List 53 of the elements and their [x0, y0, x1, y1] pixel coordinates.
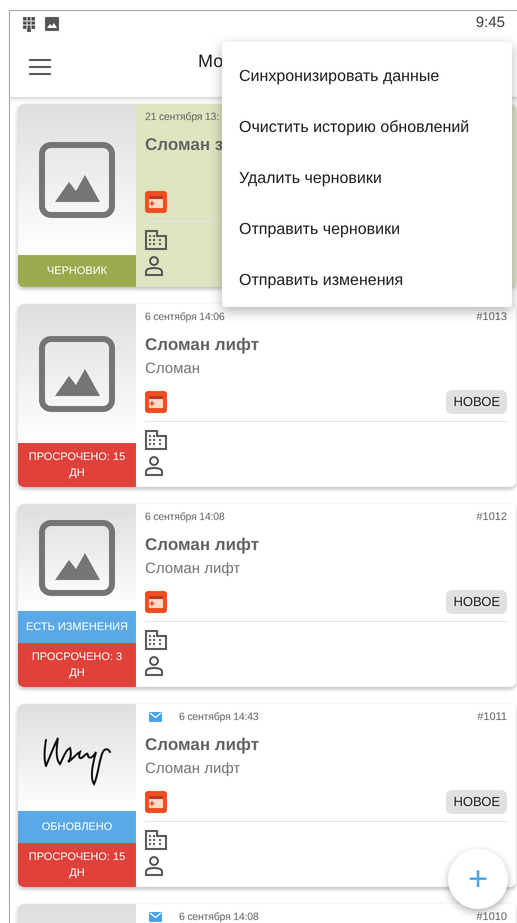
task-number: #1012 — [476, 511, 507, 523]
person-icon — [145, 256, 163, 276]
person-icon — [145, 456, 163, 476]
app-grid-icon — [22, 16, 36, 32]
task-title: Сломан лифт — [145, 534, 260, 554]
person-icon — [145, 856, 163, 876]
menu-item[interactable]: Отправить изменения — [239, 268, 404, 292]
task-description: Сломан — [145, 360, 200, 377]
image-placeholder-icon — [39, 520, 115, 596]
date-text: 6 сентября 14:06 — [145, 311, 225, 323]
form-icon — [145, 591, 167, 613]
status-label: ПРОСРОЧЕНО: 3 ДН — [18, 643, 136, 687]
image-icon — [45, 16, 59, 30]
task-title: Сломан лифт — [145, 334, 260, 354]
menu-item[interactable]: Удалить черновики — [239, 166, 382, 190]
menu-item[interactable]: Синхронизировать данные — [239, 64, 440, 88]
task-card[interactable]: ПРОСРОЧЕНО: 15 ДН 6 сентября 14:06 #1013 Сломан лифт Сломан НОВОЕ — [18, 304, 516, 487]
status-label: ПРОСРОЧЕНО: 15 ДН — [18, 843, 136, 887]
task-description: Сломан лифт — [145, 560, 240, 577]
task-number: #1013 — [476, 311, 507, 323]
app-title: Мо — [198, 50, 224, 73]
task-title: Сломан лифт — [145, 734, 260, 754]
building-icon — [145, 830, 167, 850]
menu-item[interactable]: Отправить черновики — [239, 218, 400, 242]
task-number: #1010 — [476, 911, 507, 923]
form-icon — [145, 191, 167, 213]
task-card[interactable]: ЕСТЬ ИЗМЕНЕНИЯ ПРОСРОЧЕНО: 3 ДН 6 сентября 14:08 #1012 Сломан лифт Сломан лифт НОВОЕ — [18, 504, 516, 687]
date-text: 6 сентября 14:43 — [179, 711, 259, 723]
new-badge: НОВОЕ — [446, 790, 507, 814]
status-label: ОБНОВЛЕНО — [18, 811, 136, 843]
task-number: #1011 — [477, 711, 507, 723]
task-card[interactable]: 6 сентября 14:08 #1010 — [18, 904, 516, 923]
menu-icon[interactable] — [29, 58, 51, 74]
form-icon — [145, 391, 167, 413]
new-badge: НОВОЕ — [446, 390, 507, 414]
status-label: ЧЕРНОВИК — [18, 255, 136, 287]
image-placeholder-icon — [39, 142, 115, 218]
date-text: 6 сентября 14:08 — [145, 511, 225, 523]
status-label: ПРОСРОЧЕНО: 15 ДН — [18, 443, 136, 487]
task-description: Сломан лифт — [145, 760, 240, 777]
menu-item[interactable]: Очистить историю обновлений — [239, 116, 470, 140]
building-icon — [145, 430, 167, 450]
form-icon — [145, 791, 167, 813]
building-icon — [145, 630, 167, 650]
status-label: ЕСТЬ ИЗМЕНЕНИЯ — [18, 611, 136, 643]
task-title: Сломан з — [145, 134, 224, 154]
new-badge: НОВОЕ — [446, 590, 507, 614]
person-icon — [145, 656, 163, 676]
date-text: 6 сентября 14:08 — [179, 911, 259, 923]
building-icon — [145, 230, 167, 250]
date-text: 21 сентября 13: — [145, 111, 219, 123]
image-placeholder-icon — [39, 336, 115, 412]
status-time: 9:45 — [476, 13, 505, 34]
